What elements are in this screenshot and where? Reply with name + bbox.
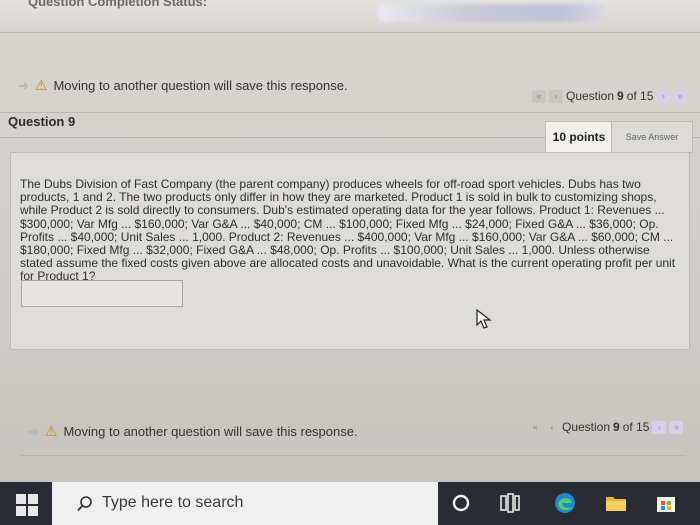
save-answer-button[interactable]: Save Answer bbox=[611, 121, 693, 153]
task-view-icon[interactable] bbox=[498, 491, 522, 515]
prev-question-icon[interactable]: ‹ bbox=[549, 89, 563, 103]
divider bbox=[20, 455, 686, 456]
next-question-icon[interactable]: › bbox=[656, 89, 671, 103]
arrow-right-icon: ➜ bbox=[18, 77, 29, 93]
bottom-warning-text: Moving to another question will save thi… bbox=[63, 424, 358, 439]
bottom-question-nav: « ‹ Question 9 of 15 › » bbox=[528, 420, 684, 434]
arrow-right-icon: ➜ bbox=[28, 423, 39, 439]
first-question-icon[interactable]: « bbox=[532, 89, 546, 103]
top-question-nav: « ‹ Question 9 of 15 › » bbox=[532, 89, 688, 103]
top-save-warning: ➜ ⚠ Moving to another question will save… bbox=[18, 77, 348, 94]
taskbar: Type here to search bbox=[0, 482, 700, 525]
bottom-question-of: of 15 bbox=[622, 420, 650, 434]
next-question-icon[interactable]: › bbox=[652, 420, 667, 434]
edge-browser-icon[interactable] bbox=[553, 491, 577, 515]
first-question-icon[interactable]: « bbox=[528, 420, 542, 434]
taskbar-search-box[interactable]: Type here to search bbox=[52, 482, 438, 525]
file-explorer-icon[interactable] bbox=[604, 491, 628, 515]
last-question-icon[interactable]: » bbox=[673, 89, 688, 103]
top-question-of: of 15 bbox=[626, 89, 654, 103]
top-question-label: Question bbox=[566, 89, 615, 103]
prev-question-icon[interactable]: ‹ bbox=[545, 420, 559, 434]
mouse-cursor-icon bbox=[476, 309, 492, 329]
search-icon bbox=[77, 496, 92, 512]
bottom-question-label: Question bbox=[562, 420, 611, 434]
store-icon[interactable] bbox=[654, 491, 678, 515]
completion-status-bar: Question Completion Status: bbox=[0, 0, 700, 33]
top-question-number: 9 bbox=[617, 89, 624, 103]
question-text: The Dubs Division of Fast Company (the p… bbox=[20, 177, 676, 284]
search-placeholder: Type here to search bbox=[102, 494, 244, 511]
answer-input[interactable] bbox=[21, 280, 183, 307]
bottom-save-warning: ➜ ⚠ Moving to another question will save… bbox=[28, 423, 358, 440]
last-question-icon[interactable]: » bbox=[669, 420, 684, 434]
windows-start-icon[interactable] bbox=[16, 494, 38, 516]
question-title: Question 9 bbox=[8, 114, 76, 129]
top-warning-text: Moving to another question will save thi… bbox=[53, 78, 348, 93]
cortana-icon[interactable] bbox=[449, 491, 473, 515]
warning-icon: ⚠ bbox=[44, 423, 58, 439]
completion-status-label: Question Completion Status: bbox=[28, 0, 208, 9]
bottom-question-number: 9 bbox=[613, 420, 620, 434]
warning-icon: ⚠ bbox=[34, 77, 48, 93]
points-badge: 10 points bbox=[545, 121, 613, 153]
completion-progress bbox=[378, 4, 604, 22]
